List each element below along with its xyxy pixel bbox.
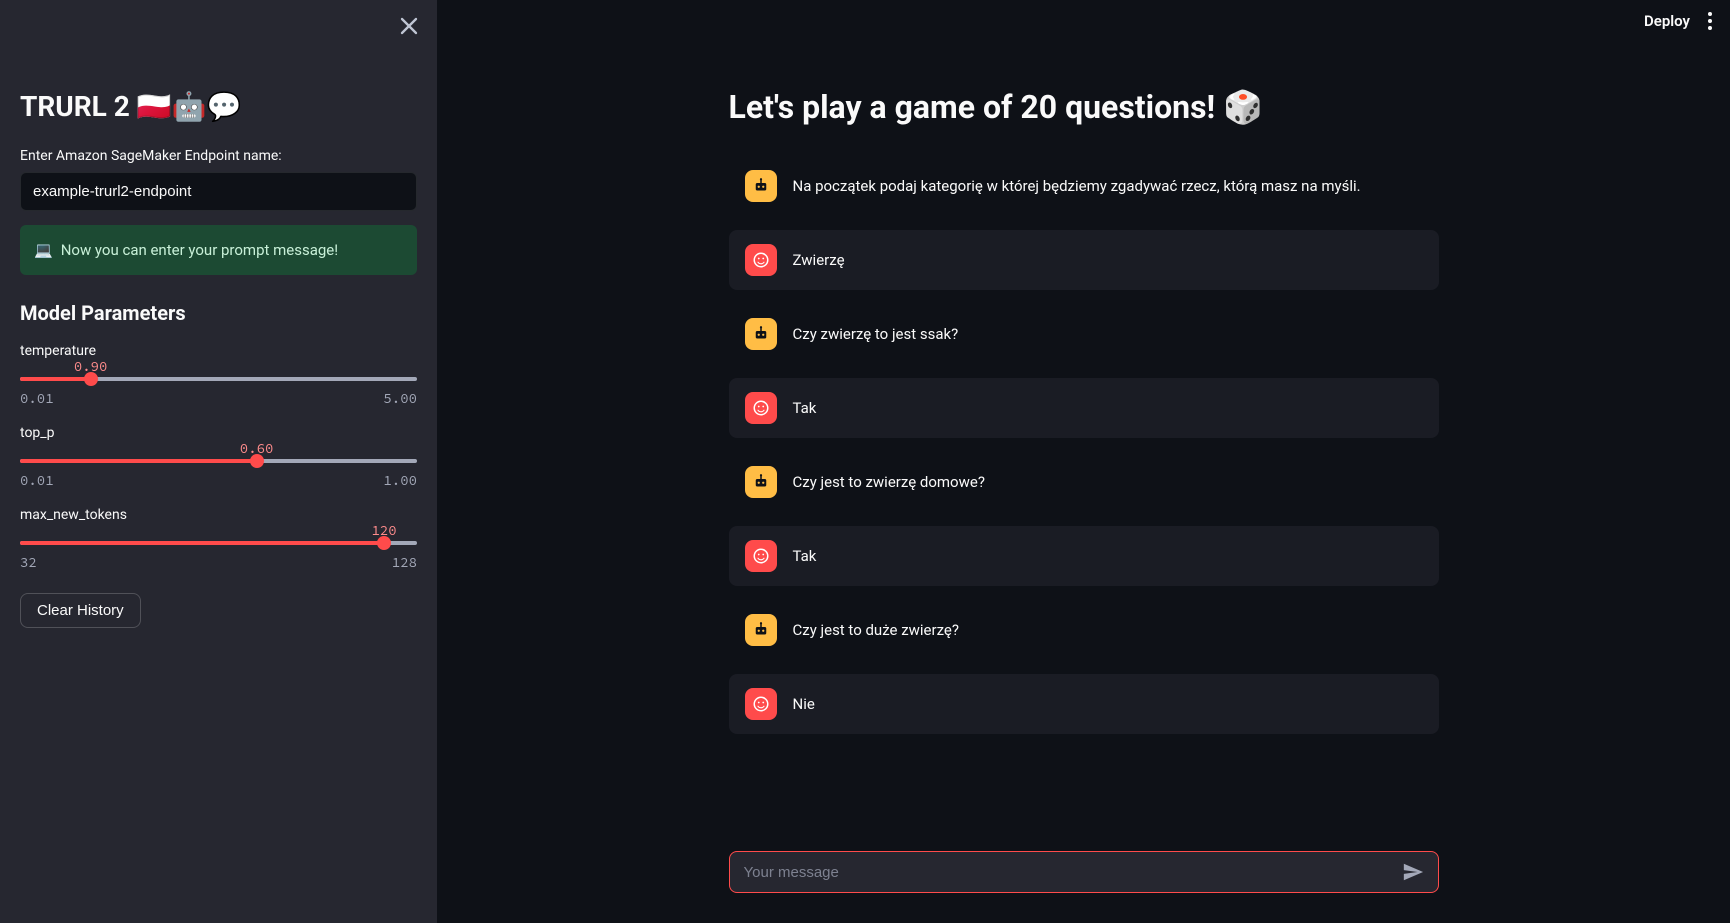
user-message: Nie [729,674,1439,734]
user-message: Zwierzę [729,230,1439,290]
sidebar: TRURL 2 🇵🇱🤖💬 Enter Amazon SageMaker Endp… [0,0,437,923]
chat-input[interactable] [744,864,1398,881]
user-avatar-icon [745,540,777,572]
message-text: Czy zwierzę to jest ssak? [793,325,959,343]
info-text: Now you can enter your prompt message! [61,241,338,259]
main: Deploy Let's play a game of 20 questions… [437,0,1730,923]
bot-avatar-icon [745,466,777,498]
user-avatar-icon [745,244,777,276]
bot-avatar-icon [745,614,777,646]
chat-input-row [729,851,1439,893]
max-tokens-slider[interactable]: 120 [20,541,417,545]
bot-avatar-icon [745,170,777,202]
message-text: Zwierzę [793,251,845,269]
bot-message: Czy jest to duże zwierzę? [729,600,1439,660]
param-max-tokens: max_new_tokens 120 32 128 [20,507,417,571]
user-message: Tak [729,526,1439,586]
message-text: Nie [793,695,815,713]
temperature-slider[interactable]: 0.90 [20,377,417,381]
kebab-menu-icon[interactable] [1704,8,1716,34]
close-icon[interactable] [395,12,423,40]
user-message: Tak [729,378,1439,438]
deploy-button[interactable]: Deploy [1644,12,1690,30]
bot-message: Na początek podaj kategorię w której będ… [729,156,1439,216]
top-p-slider[interactable]: 0.60 [20,459,417,463]
clear-history-button[interactable]: Clear History [20,593,141,628]
chat-area: Let's play a game of 20 questions! 🎲 Na … [729,88,1439,851]
bot-message: Czy zwierzę to jest ssak? [729,304,1439,364]
param-temperature: temperature 0.90 0.01 5.00 [20,343,417,407]
app-title: TRURL 2 🇵🇱🤖💬 [20,90,417,124]
message-text: Czy jest to zwierzę domowe? [793,473,985,491]
user-avatar-icon [745,392,777,424]
user-avatar-icon [745,688,777,720]
message-text: Czy jest to duże zwierzę? [793,621,959,639]
endpoint-label: Enter Amazon SageMaker Endpoint name: [20,148,417,164]
topbar: Deploy [1644,8,1716,34]
message-text: Tak [793,547,817,565]
endpoint-input[interactable] [20,172,417,211]
chat-title: Let's play a game of 20 questions! 🎲 [729,88,1439,126]
params-header: Model Parameters [20,301,417,325]
send-icon[interactable] [1398,857,1428,887]
bot-message: Czy jest to zwierzę domowe? [729,452,1439,512]
message-text: Na początek podaj kategorię w której będ… [793,177,1361,195]
message-text: Tak [793,399,817,417]
bot-avatar-icon [745,318,777,350]
info-banner: 💻 Now you can enter your prompt message! [20,225,417,275]
param-top-p: top_p 0.60 0.01 1.00 [20,425,417,489]
laptop-icon: 💻 [34,241,53,259]
